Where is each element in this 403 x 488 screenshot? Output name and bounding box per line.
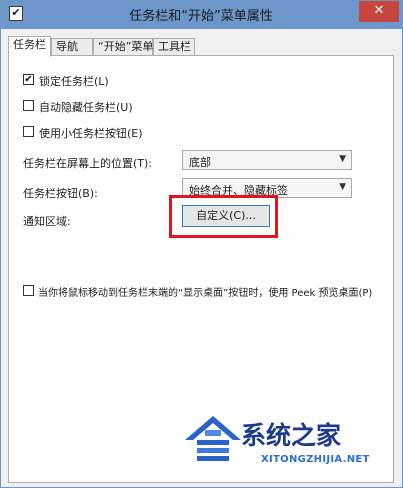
position-select[interactable]: 底部 ▼ bbox=[182, 150, 352, 170]
properties-window: ✔ 任务栏和“开始”菜单属性 ✕ 任务栏 导航 “开始”菜单 工具栏 ✔ 锁定任… bbox=[0, 0, 403, 488]
auto-hide-label: 自动隐藏任务栏(U) bbox=[39, 101, 133, 114]
peek-label: 当你将鼠标移动到任务栏末端的“显示桌面”按钮时，使用 Peek 预览桌面(P) bbox=[38, 288, 373, 299]
window-title: 任务栏和“开始”菜单属性 bbox=[129, 9, 273, 24]
small-buttons-label: 使用小任务栏按钮(E) bbox=[39, 127, 143, 140]
title-bar[interactable]: ✔ 任务栏和“开始”菜单属性 ✕ bbox=[1, 1, 402, 29]
chevron-down-icon: ▼ bbox=[339, 182, 346, 192]
tab-start-menu[interactable]: “开始”菜单 bbox=[93, 38, 153, 55]
watermark-url: XITONGZHIJIA.NET bbox=[261, 454, 370, 465]
highlight-box bbox=[169, 195, 278, 238]
lock-taskbar-checkbox[interactable]: ✔ bbox=[23, 74, 34, 85]
lock-taskbar-label: 锁定任务栏(L) bbox=[39, 75, 109, 88]
position-label: 任务栏在屏幕上的位置(T): bbox=[23, 157, 153, 170]
house-logo-icon bbox=[185, 416, 241, 461]
tab-navigation[interactable]: 导航 bbox=[51, 38, 93, 55]
small-buttons-checkbox[interactable] bbox=[23, 126, 34, 137]
chevron-down-icon: ▼ bbox=[339, 154, 346, 164]
peek-checkbox[interactable] bbox=[23, 285, 34, 296]
tab-taskbar[interactable]: 任务栏 bbox=[8, 36, 51, 57]
watermark-text: 系统之家 bbox=[241, 421, 342, 450]
taskbar-buttons-label: 任务栏按钮(B): bbox=[23, 187, 98, 200]
checkbox-app-icon: ✔ bbox=[9, 6, 23, 21]
notification-area-label: 通知区域: bbox=[23, 215, 71, 228]
position-select-value: 底部 bbox=[189, 156, 211, 169]
auto-hide-checkbox[interactable] bbox=[23, 100, 34, 111]
tab-toolbars[interactable]: 工具栏 bbox=[153, 38, 195, 55]
close-button[interactable]: ✕ bbox=[359, 1, 399, 22]
watermark: 系统之家 XITONGZHIJIA.NET bbox=[181, 406, 396, 484]
